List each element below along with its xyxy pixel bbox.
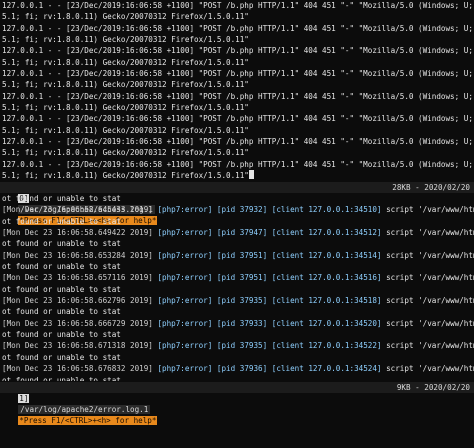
help-hint: *Press F1/<CTRL>+<h> for help* bbox=[18, 416, 158, 425]
log-level: [php7:error] bbox=[157, 296, 213, 306]
error-log-line-continuation: ot found or unable to stat bbox=[2, 307, 121, 317]
timestamp: [Mon Dec 23 16:06:58.657116 2019] bbox=[2, 273, 153, 283]
log-message: script '/var/www/html/b.php' n bbox=[386, 250, 474, 260]
log-line: 127.0.0.1 - - [23/Dec/2019:16:06:58 +110… bbox=[2, 46, 474, 56]
log-message: script '/var/www/html/b.php' n bbox=[386, 318, 474, 328]
log-message: script '/var/www/html/b.php' n bbox=[386, 205, 474, 215]
client-address: [client 127.0.0.1:34510] bbox=[271, 205, 382, 215]
timestamp: [Mon Dec 23 16:06:58.666729 2019] bbox=[2, 318, 153, 328]
error-log-line-continuation: ot found or unable to stat bbox=[2, 375, 121, 382]
timestamp: [Mon Dec 23 16:06:58.649422 2019] bbox=[2, 228, 153, 238]
client-address: [client 127.0.0.1:34518] bbox=[271, 296, 382, 306]
log-line: 127.0.0.1 - - [23/Dec/2019:16:06:58 +110… bbox=[2, 137, 474, 147]
log-line-last: 5.1; fi; rv:1.8.0.11) Gecko/20070312 Fir… bbox=[2, 170, 474, 181]
file-size: 28KB bbox=[392, 183, 411, 192]
log-message: script '/var/www/html/b.php' n bbox=[386, 228, 474, 238]
log-line: 5.1; fi; rv:1.8.0.11) Gecko/20070312 Fir… bbox=[2, 103, 249, 113]
client-address: [client 127.0.0.1:34516] bbox=[271, 273, 382, 283]
client-address: [client 127.0.0.1:34524] bbox=[271, 364, 382, 374]
error-log-line-continuation: ot found or unable to stat bbox=[2, 262, 121, 272]
log-line: 5.1; fi; rv:1.8.0.11) Gecko/20070312 Fir… bbox=[2, 57, 249, 67]
error-log-line: [Mon Dec 23 16:06:58.653284 2019] [php7:… bbox=[2, 250, 474, 261]
file-size: 9KB bbox=[396, 383, 411, 392]
error-log-line: [Mon Dec 23 16:06:58.657116 2019] [php7:… bbox=[2, 272, 474, 283]
log-message: script '/var/www/html/b.php' n bbox=[386, 341, 474, 351]
log-line: 5.1; fi; rv:1.8.0.11) Gecko/20070312 Fir… bbox=[2, 35, 249, 45]
log-line: 5.1; fi; rv:1.8.0.11) Gecko/20070312 Fir… bbox=[2, 125, 249, 135]
log-line-text: 5.1; fi; rv:1.8.0.11) Gecko/20070312 Fir… bbox=[2, 171, 249, 181]
file-path: /var/log/apache2/error.log.1 bbox=[18, 405, 151, 414]
process-id: [pid 37932] bbox=[216, 205, 268, 215]
timestamp: [Mon Dec 23 16:06:58.671318 2019] bbox=[2, 341, 153, 351]
status-bar-error: 1] /var/log/apache2/error.log.1 *Press F… bbox=[0, 382, 474, 425]
error-log-line: [Mon Dec 23 16:06:58.645433 2019] [php7:… bbox=[2, 204, 474, 215]
process-id: [pid 37936] bbox=[216, 364, 268, 374]
log-line: 127.0.0.1 - - [23/Dec/2019:16:06:58 +110… bbox=[2, 159, 474, 169]
error-log-line-continuation: ot found or unable to stat bbox=[2, 239, 121, 249]
error-log-line-continuation: ot found or unable to stat bbox=[2, 284, 121, 294]
error-log-line-continuation: ot found or unable to stat bbox=[2, 330, 121, 340]
process-id: [pid 37933] bbox=[216, 318, 268, 328]
timestamp: [Mon Dec 23 16:06:58.676832 2019] bbox=[2, 364, 153, 374]
terminal-window: 127.0.0.1 - - [23/Dec/2019:16:06:58 +110… bbox=[0, 0, 474, 425]
error-log-line: [Mon Dec 23 16:06:58.662796 2019] [php7:… bbox=[2, 295, 474, 306]
file-date: - 2020/02/20 bbox=[415, 183, 470, 192]
timestamp: [Mon Dec 23 16:06:58.662796 2019] bbox=[2, 296, 153, 306]
log-level: [php7:error] bbox=[157, 250, 213, 260]
timestamp: [Mon Dec 23 16:06:58.645433 2019] bbox=[2, 205, 153, 215]
client-address: [client 127.0.0.1:34512] bbox=[271, 228, 382, 238]
log-level: [php7:error] bbox=[157, 341, 213, 351]
log-line: 127.0.0.1 - - [23/Dec/2019:16:06:58 +110… bbox=[2, 69, 474, 79]
log-line: 127.0.0.1 - - [23/Dec/2019:16:06:58 +110… bbox=[2, 23, 474, 33]
log-line: ot found or unable to stat bbox=[2, 194, 121, 203]
log-line: 127.0.0.1 - - [23/Dec/2019:16:06:58 +110… bbox=[2, 114, 474, 124]
log-line: 5.1; fi; rv:1.8.0.11) Gecko/20070312 Fir… bbox=[2, 12, 249, 22]
error-log-line: [Mon Dec 23 16:06:58.671318 2019] [php7:… bbox=[2, 340, 474, 351]
process-id: [pid 37935] bbox=[216, 296, 268, 306]
error-log-line-continuation: ot found or unable to stat bbox=[2, 216, 121, 226]
window-index[interactable]: 1] bbox=[18, 394, 30, 403]
log-level: [php7:error] bbox=[157, 228, 213, 238]
text-cursor bbox=[248, 170, 254, 180]
log-line: 5.1; fi; rv:1.8.0.11) Gecko/20070312 Fir… bbox=[2, 148, 249, 158]
access-log-pane[interactable]: 127.0.0.1 - - [23/Dec/2019:16:06:58 +110… bbox=[2, 0, 474, 182]
error-log-pane[interactable]: ot found or unable to stat [Mon Dec 23 1… bbox=[2, 193, 474, 381]
process-id: [pid 37947] bbox=[216, 228, 268, 238]
log-level: [php7:error] bbox=[157, 205, 213, 215]
timestamp: [Mon Dec 23 16:06:58.653284 2019] bbox=[2, 250, 153, 260]
file-date: - 2020/02/20 bbox=[415, 383, 470, 392]
log-message: script '/var/www/html/b.php' n bbox=[386, 273, 474, 283]
error-log-line: [Mon Dec 23 16:06:58.666729 2019] [php7:… bbox=[2, 318, 474, 329]
log-message: script '/var/www/html/b.php' n bbox=[386, 296, 474, 306]
error-entries: [Mon Dec 23 16:06:58.645433 2019] [php7:… bbox=[2, 204, 474, 381]
client-address: [client 127.0.0.1:34522] bbox=[271, 341, 382, 351]
log-level: [php7:error] bbox=[157, 318, 213, 328]
log-message: script '/var/www/html/b.php' n bbox=[386, 364, 474, 374]
file-info: 28KB - 2020/02/20 bbox=[392, 182, 470, 193]
log-level: [php7:error] bbox=[157, 273, 213, 283]
process-id: [pid 37951] bbox=[216, 273, 268, 283]
process-id: [pid 37951] bbox=[216, 250, 268, 260]
error-log-line-continuation: ot found or unable to stat bbox=[2, 352, 121, 362]
status-bar-access: 0] /var/log/apache2/access.log.1 *Press … bbox=[0, 182, 474, 225]
process-id: [pid 37935] bbox=[216, 341, 268, 351]
error-log-line: [Mon Dec 23 16:06:58.649422 2019] [php7:… bbox=[2, 227, 474, 238]
log-line: 127.0.0.1 - - [23/Dec/2019:16:06:58 +110… bbox=[2, 1, 474, 10]
log-level: [php7:error] bbox=[157, 364, 213, 374]
error-log-line: [Mon Dec 23 16:06:58.676832 2019] [php7:… bbox=[2, 363, 474, 374]
client-address: [client 127.0.0.1:34514] bbox=[271, 250, 382, 260]
file-info: 9KB - 2020/02/20 bbox=[397, 382, 470, 393]
log-line: 127.0.0.1 - - [23/Dec/2019:16:06:58 +110… bbox=[2, 91, 474, 101]
client-address: [client 127.0.0.1:34520] bbox=[271, 318, 382, 328]
log-line: 5.1; fi; rv:1.8.0.11) Gecko/20070312 Fir… bbox=[2, 80, 249, 90]
